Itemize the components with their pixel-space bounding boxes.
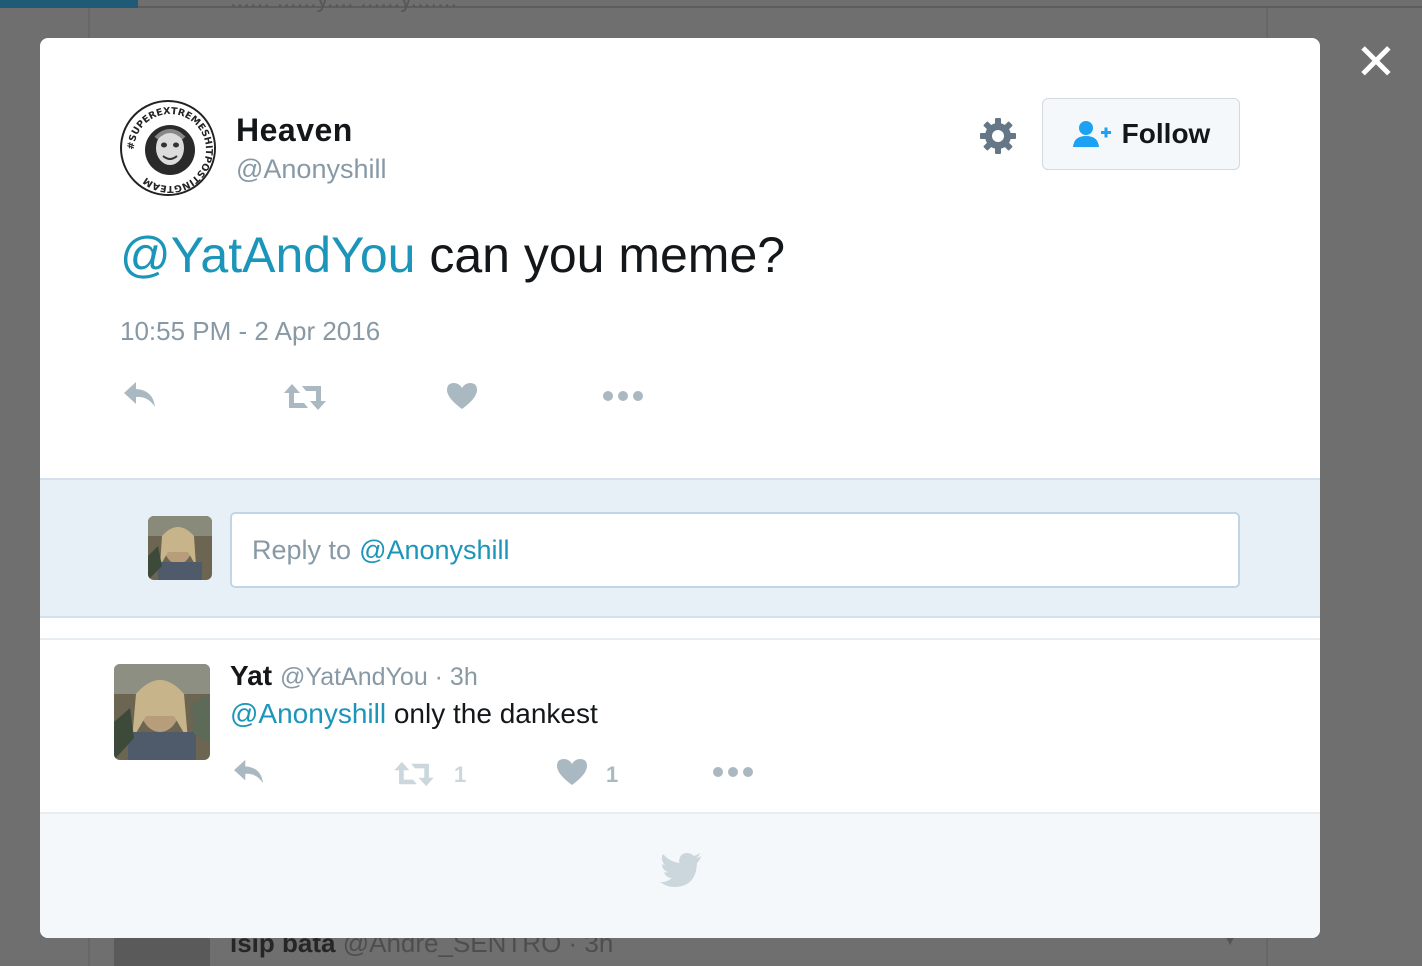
reply-placeholder-mention: @Anonyshill [359,534,510,565]
tweet-timestamp[interactable]: 10:55 PM - 2 Apr 2016 [120,316,380,347]
divider [40,638,1320,640]
gear-icon[interactable] [978,116,1018,156]
reply-composer: Reply to @Anonyshill [40,478,1320,618]
more-icon[interactable] [603,390,643,402]
follow-button[interactable]: Follow [1042,98,1240,170]
retweet-count: 1 [454,762,467,787]
more-icon[interactable] [713,766,753,778]
reply-icon[interactable] [232,758,266,786]
display-name[interactable]: Heaven [236,112,353,149]
background-tweet-row: isip bata @Andre_SENTRO · 3h ▼ [114,928,1254,966]
twitter-bird-icon [660,852,702,888]
tweet-body: can you meme? [415,227,786,283]
follow-label: Follow [1121,118,1211,149]
avatar[interactable]: #SUPEREXTREMESHITPOSTINGTEAM [120,100,216,196]
mention-link[interactable]: @YatAndYou [120,227,415,283]
avatar-image: #SUPEREXTREMESHITPOSTINGTEAM [123,103,214,194]
follow-user-icon [1072,121,1111,147]
reply-placeholder: Reply to [252,534,352,565]
like-count: 1 [606,762,619,787]
retweet-icon[interactable] [284,382,326,412]
background-avatar [114,936,210,966]
reply-icon[interactable] [122,380,158,410]
tweet-text: @YatAndYou can you meme? [120,226,785,284]
background-peek-text: ...... ......y.... ......y....... [230,0,457,14]
mention-link[interactable]: @Anonyshill [230,698,386,729]
reply-text: @Anonyshill only the dankest [230,698,598,730]
reply-input[interactable]: Reply to @Anonyshill [230,512,1240,588]
reply-handle-time[interactable]: @YatAndYou · 3h [280,663,478,692]
heart-icon[interactable] [446,382,478,410]
retweet-icon[interactable] [394,760,434,788]
user-handle[interactable]: @Anonyshill [236,154,386,185]
avatar[interactable] [114,664,210,760]
background-nav-accent [0,0,138,8]
heart-icon[interactable] [556,758,588,786]
avatar[interactable] [148,516,212,580]
reply-body: only the dankest [386,698,598,729]
reply-display-name[interactable]: Yat [230,660,272,692]
tweet-modal: #SUPEREXTREMESHITPOSTINGTEAM Heaven @Ano… [40,38,1320,938]
close-icon[interactable]: ✕ [1352,37,1400,87]
modal-footer [40,812,1320,938]
